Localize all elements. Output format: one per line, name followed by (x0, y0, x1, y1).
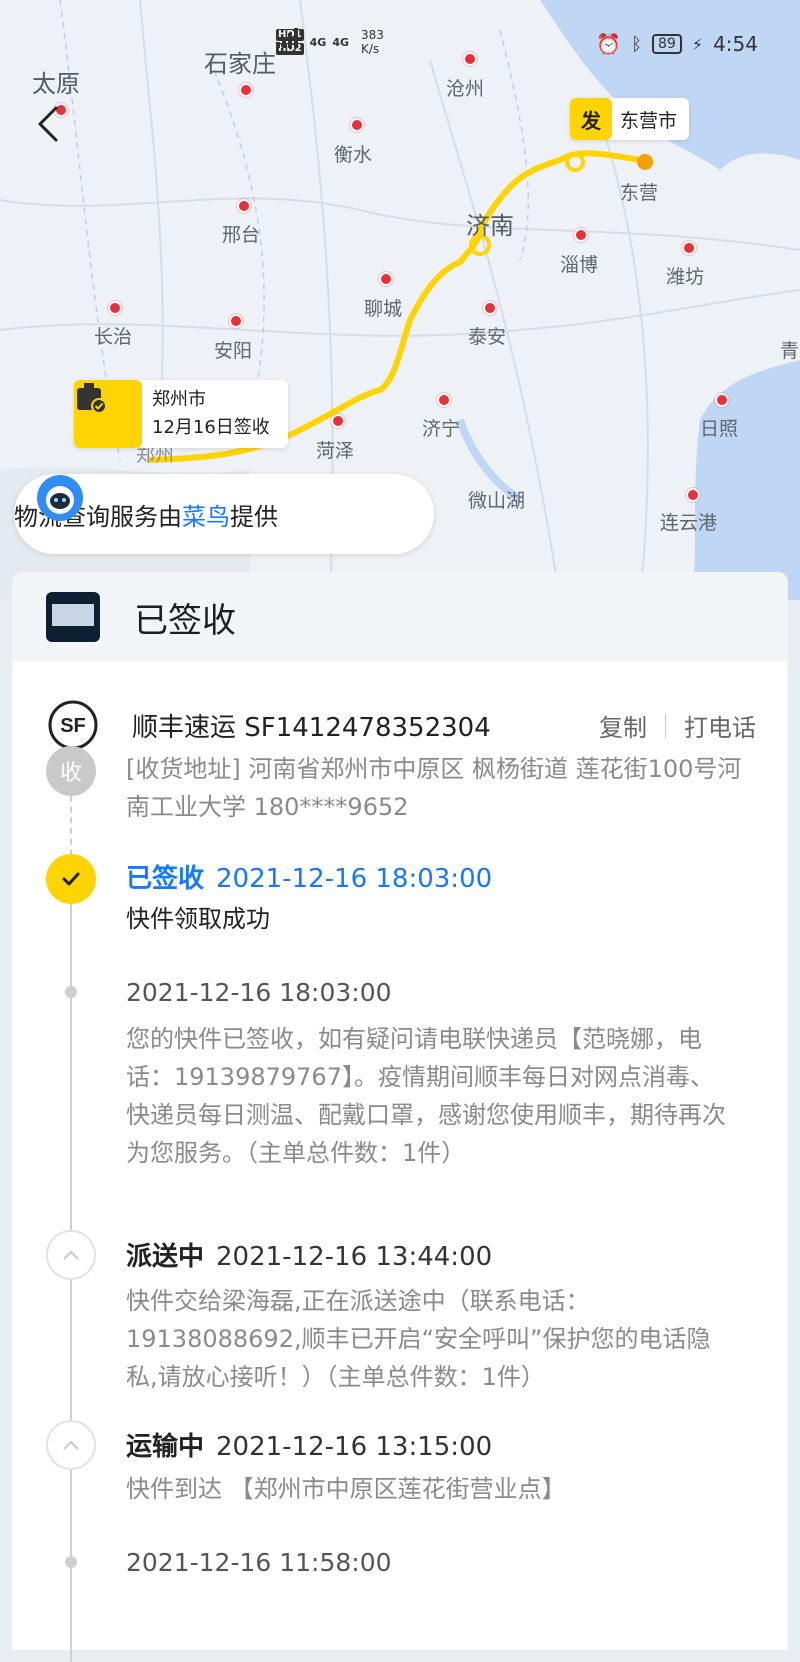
city-label: 邢台 (222, 224, 261, 246)
timeline-line (70, 902, 72, 1662)
svg-text:SF: SF (60, 715, 86, 737)
destination-note: 12月16日签收 (152, 417, 270, 438)
tracking-number: 顺丰速运 SF1412478352304 (132, 712, 491, 743)
event-time: 2021-12-16 11:58:00 (126, 1548, 392, 1577)
city-label: 泰安 (468, 326, 507, 348)
city-label: 微山湖 (468, 490, 526, 512)
expand-chevron-up-icon[interactable] (46, 1420, 96, 1470)
event-time: 2021-12-16 18:03:00 (216, 864, 493, 894)
package-signed-icon (74, 380, 142, 448)
clock: 4:54 (713, 32, 758, 56)
net-speed: 383 (361, 28, 384, 42)
city-label: 聊城 (364, 298, 403, 320)
city-label: 潍坊 (666, 266, 705, 288)
origin-marker[interactable]: 发 东营市 (570, 98, 690, 140)
battery-icon: 89 (652, 34, 682, 54)
origin-city: 东营市 (620, 109, 678, 132)
city-label: 东营 (620, 182, 659, 204)
timeline-dot (65, 1556, 77, 1568)
charging-icon: ⚡ (691, 34, 704, 54)
city-label: 济南 (466, 212, 514, 240)
copy-button[interactable]: 复制 (599, 708, 647, 743)
package-header: 已签收 (12, 572, 788, 662)
event-desc: 快件交给梁海磊,正在派送途中（联系电话：19138088692,顺丰已开启“安全… (126, 1287, 711, 1391)
city-dot (483, 301, 497, 315)
event-desc: 快件到达 【郑州市中原区莲花街营业点】 (126, 1475, 566, 1503)
event-time: 2021-12-16 18:03:00 (126, 978, 392, 1007)
net-speed-unit: K/s (361, 42, 380, 56)
back-arrow-icon (38, 106, 58, 142)
signed-check-icon (46, 854, 96, 904)
courier-row: SF 顺丰速运 SF1412478352304 复制 打电话 (12, 700, 788, 750)
route-map[interactable]: 太原 石家庄 沧州 衡水 邢台 济南 东营 淄博 潍坊 长治 安阳 聊城 泰安 … (0, 0, 800, 600)
city-label: 淄博 (560, 254, 599, 276)
system-indicators: ⏰ ᛒ 89 ⚡ 4:54 (596, 32, 758, 56)
sf-express-logo-icon: SF (48, 700, 98, 750)
package-status: 已签收 (134, 600, 236, 641)
origin-badge: 发 (570, 98, 612, 140)
provider-banner[interactable]: 物流查询服务由菜鸟提供 (14, 474, 434, 554)
event-desc: 快件领取成功 (126, 905, 270, 933)
receive-address: [收货地址] 河南省郑州市中原区 枫杨街道 莲花街100号河南工业大学 180*… (126, 755, 742, 821)
network-indicators: HD1 HD2 4G 4G 383 K/s (276, 28, 384, 56)
city-label: 连云港 (660, 512, 718, 534)
signal-icon (276, 28, 298, 48)
cainiao-logo-icon (37, 475, 83, 521)
city-label: 安阳 (214, 340, 253, 362)
provider-suffix: 提供 (230, 502, 278, 531)
event-status: 派送中 (126, 1242, 205, 1272)
city-label: 日照 (700, 418, 739, 440)
event-status: 运输中 (126, 1432, 205, 1462)
status-bar: HD1 HD2 4G 4G 383 K/s ⏰ ᛒ 89 ⚡ 4:54 (0, 26, 800, 66)
event-time: 2021-12-16 13:15:00 (216, 1432, 493, 1462)
receive-address-badge: 收 (46, 746, 96, 796)
destination-city: 郑州市 (152, 389, 206, 410)
net1-label: 4G (309, 35, 327, 49)
event-desc: 您的快件已签收，如有疑问请电联快递员【范晓娜，电话：19139879767】。疫… (126, 1025, 726, 1167)
package-thumbnail[interactable] (46, 592, 100, 642)
event-time: 2021-12-16 13:44:00 (216, 1242, 493, 1272)
city-label: 长治 (94, 326, 133, 348)
provider-brand: 菜鸟 (182, 502, 230, 531)
city-dot (686, 488, 700, 502)
city-dot (379, 272, 393, 286)
city-label: 沧州 (446, 78, 485, 100)
alarm-icon: ⏰ (596, 32, 622, 56)
city-label: 衡水 (334, 144, 373, 166)
call-button[interactable]: 打电话 (684, 708, 756, 743)
city-dot (239, 83, 253, 97)
event-title: 已签收 2021-12-16 18:03:00 (126, 858, 492, 895)
city-dot (331, 414, 345, 428)
destination-marker[interactable]: 郑州市 12月16日签收 (74, 380, 288, 448)
city-dot (108, 301, 122, 315)
city-dot (715, 393, 729, 407)
event-title: 运输中 2021-12-16 13:15:00 (126, 1426, 492, 1463)
city-dot (350, 118, 364, 132)
expand-chevron-up-icon[interactable] (46, 1230, 96, 1280)
event-title: 派送中 2021-12-16 13:44:00 (126, 1236, 492, 1273)
back-button[interactable] (34, 104, 62, 144)
city-dot (682, 241, 696, 255)
timeline-dot (65, 986, 77, 998)
net2-label: 4G (332, 35, 350, 49)
city-label: 济宁 (422, 418, 461, 440)
event-status: 已签收 (126, 864, 205, 894)
city-label: 青 (780, 340, 800, 362)
city-dot (437, 393, 451, 407)
tracking-card: SF 顺丰速运 SF1412478352304 复制 打电话 收 [收货地址] … (12, 662, 788, 1662)
divider (665, 713, 666, 738)
city-dot (237, 199, 251, 213)
bluetooth-icon: ᛒ (631, 33, 643, 55)
city-dot (574, 228, 588, 242)
city-dot (229, 314, 243, 328)
city-label: 太原 (32, 70, 80, 98)
city-label: 菏泽 (316, 440, 355, 462)
